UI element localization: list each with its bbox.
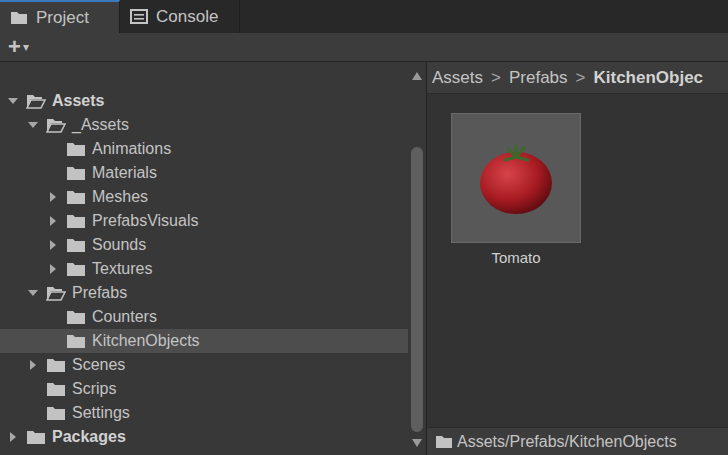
tree-item[interactable]: Counters <box>0 305 408 329</box>
tree-item[interactable]: Meshes <box>0 185 408 209</box>
tab[interactable]: Project <box>0 0 120 33</box>
tree-item[interactable]: Animations <box>0 137 408 161</box>
folder-icon <box>46 381 66 397</box>
tree-item[interactable]: KitchenObjects <box>0 329 408 353</box>
folder-icon <box>66 213 86 229</box>
folder-icon <box>46 357 66 373</box>
path-bar: Assets/Prefabs/KitchenObjects <box>427 427 728 455</box>
expanded-arrow-icon[interactable] <box>28 288 38 298</box>
tree-item[interactable]: _Assets <box>0 113 408 137</box>
expanded-arrow-icon[interactable] <box>28 120 38 130</box>
folder-icon <box>26 429 46 445</box>
breadcrumb-item[interactable]: KitchenObjec <box>594 68 704 88</box>
collapsed-arrow-icon[interactable] <box>48 264 58 274</box>
open-folder-icon <box>46 285 66 301</box>
scroll-down-icon[interactable] <box>412 439 422 447</box>
tab[interactable]: Console <box>120 0 240 33</box>
breadcrumb-item[interactable]: Prefabs <box>509 68 568 88</box>
open-folder-icon <box>26 93 46 109</box>
folder-icon <box>66 165 86 181</box>
project-window: ProjectConsole+▾Assets_AssetsAnimationsM… <box>0 0 728 455</box>
tree-item[interactable]: PrefabsVisuals <box>0 209 408 233</box>
folder-icon <box>66 141 86 157</box>
tree-item[interactable]: Sounds <box>0 233 408 257</box>
breadcrumb: Assets>Prefabs>KitchenObjec <box>427 62 728 94</box>
scrollbar[interactable] <box>408 62 426 455</box>
collapsed-arrow-icon[interactable] <box>48 192 58 202</box>
tree-item[interactable]: Packages <box>0 425 408 449</box>
console-icon <box>130 9 148 24</box>
folder-icon <box>435 434 453 449</box>
open-folder-icon <box>46 117 66 133</box>
tree-item[interactable]: Settings <box>0 401 408 425</box>
collapsed-arrow-icon[interactable] <box>48 216 58 226</box>
folder-icon <box>46 405 66 421</box>
asset-grid: Tomato <box>427 94 728 427</box>
folder-icon <box>66 333 86 349</box>
folder-icon <box>66 261 86 277</box>
tree-item[interactable]: Scenes <box>0 353 408 377</box>
asset-pane: Assets>Prefabs>KitchenObjec Tomato Assets/… <box>426 62 728 455</box>
tab-bar: ProjectConsole <box>0 0 728 33</box>
scroll-up-icon[interactable] <box>412 72 422 80</box>
folder-icon <box>66 237 86 253</box>
collapsed-arrow-icon[interactable] <box>8 432 18 442</box>
scroll-thumb[interactable] <box>411 147 423 431</box>
tomato-icon <box>471 133 561 223</box>
collapsed-arrow-icon[interactable] <box>48 240 58 250</box>
tree-item[interactable]: Assets <box>0 89 408 113</box>
folder-icon <box>66 309 86 325</box>
breadcrumb-item[interactable]: Assets <box>432 68 483 88</box>
tree-item[interactable]: Textures <box>0 257 408 281</box>
folder-icon <box>10 10 28 25</box>
tree-item[interactable]: Materials <box>0 161 408 185</box>
folder-icon <box>66 189 86 205</box>
tree-item[interactable]: Scrips <box>0 377 408 401</box>
expanded-arrow-icon[interactable] <box>8 96 18 106</box>
folder-tree: Assets_AssetsAnimationsMaterialsMeshesPr… <box>0 62 408 455</box>
add-button[interactable]: +▾ <box>8 36 29 58</box>
collapsed-arrow-icon[interactable] <box>28 360 38 370</box>
toolbar: +▾ <box>0 33 728 62</box>
tree-item[interactable]: Prefabs <box>0 281 408 305</box>
asset-item[interactable]: Tomato <box>451 113 581 266</box>
